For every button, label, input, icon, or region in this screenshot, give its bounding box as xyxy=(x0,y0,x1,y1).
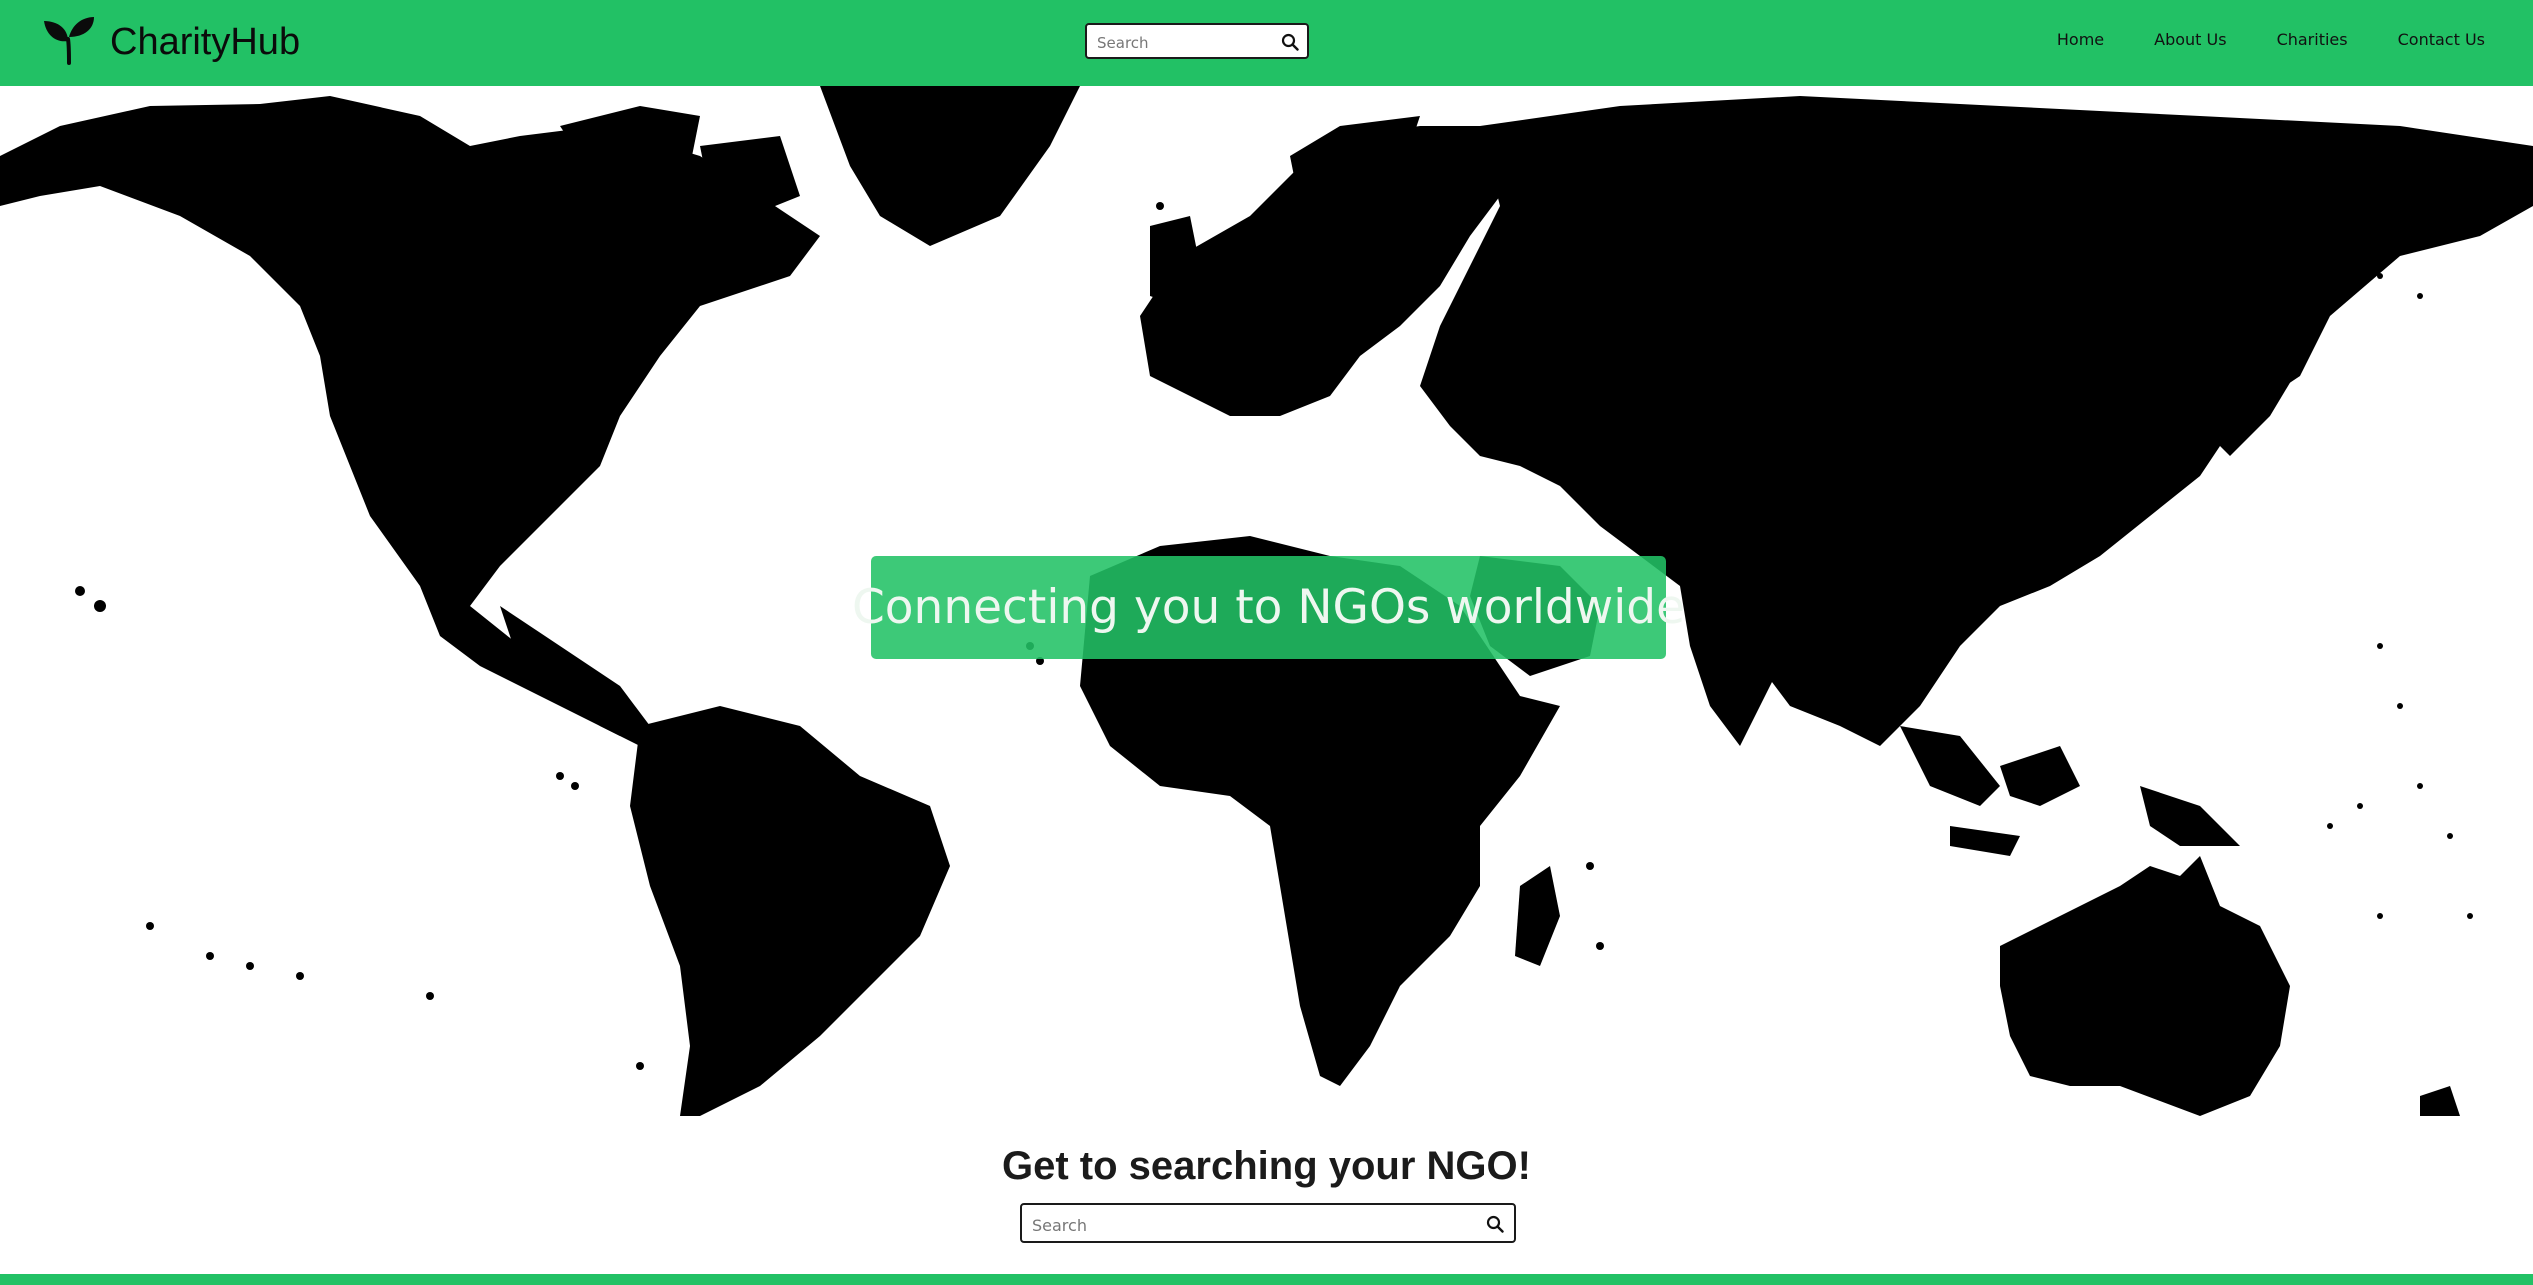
main-search[interactable] xyxy=(1020,1203,1516,1243)
brand-name: CharityHub xyxy=(110,20,301,63)
top-navbar: CharityHub Home About Us Charities Conta… xyxy=(0,0,2533,86)
hero-tagline: Connecting you to NGOs worldwide xyxy=(851,580,1686,635)
search-icon[interactable] xyxy=(1486,1215,1504,1233)
brand[interactable]: CharityHub xyxy=(42,14,300,70)
main-search-input[interactable] xyxy=(1030,1213,1474,1237)
sprout-icon xyxy=(42,15,96,70)
nav-link-contact-us[interactable]: Contact Us xyxy=(2398,30,2485,49)
header-search-input[interactable] xyxy=(1095,31,1279,55)
hero-section: Connecting you to NGOs worldwide xyxy=(0,86,2533,1116)
cta-heading: Get to searching your NGO! xyxy=(1002,1144,1531,1188)
nav-link-about-us[interactable]: About Us xyxy=(2154,30,2226,49)
main-nav: Home About Us Charities Contact Us xyxy=(2007,30,2485,49)
header-search[interactable] xyxy=(1085,23,1309,59)
nav-link-home[interactable]: Home xyxy=(2057,30,2104,49)
nav-link-charities[interactable]: Charities xyxy=(2277,30,2348,49)
hero-banner: Connecting you to NGOs worldwide xyxy=(852,556,1685,659)
footer-bar xyxy=(0,1274,2533,1285)
search-icon[interactable] xyxy=(1281,33,1299,51)
